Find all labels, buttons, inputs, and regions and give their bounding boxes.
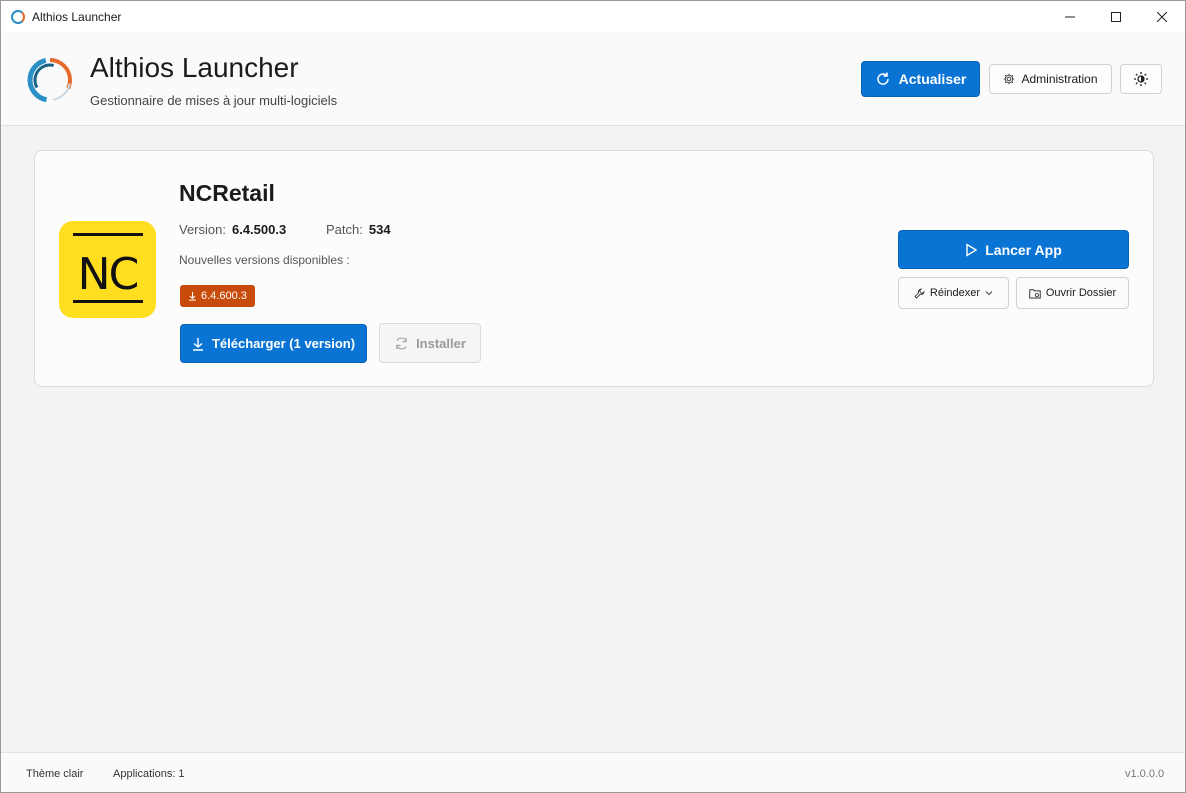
app-card: NC NCRetail Version: 6.4.500.3 Patch: 534 … (34, 150, 1154, 387)
install-button[interactable]: Installer (379, 323, 481, 363)
ncretail-logo: NC (59, 221, 156, 318)
version-label: Version: (179, 222, 226, 237)
available-versions-label: Nouvelles versions disponibles : (179, 253, 350, 267)
reindex-label: Réindexer (929, 287, 981, 299)
patch-value: 534 (368, 222, 391, 237)
app-subtitle: Gestionnaire de mises à jour multi-logic… (90, 93, 338, 108)
launch-app-label: Lancer App (985, 241, 1062, 258)
reindex-button[interactable]: Réindexer (898, 277, 1009, 309)
play-icon (966, 242, 978, 257)
patch-info: Patch: 534 (326, 222, 391, 237)
administration-button[interactable]: Administration (989, 64, 1112, 94)
app-version: v1.0.0.0 (1125, 768, 1165, 780)
version-value: 6.4.500.3 (231, 222, 287, 237)
window-title: Althios Launcher (32, 9, 122, 24)
logo-bottom-bar (73, 300, 143, 303)
refresh-label: Actualiser (898, 71, 967, 87)
applications-count: Applications: 1 (113, 768, 185, 780)
launch-app-button[interactable]: Lancer App (898, 230, 1129, 269)
patch-label: Patch: (326, 222, 363, 237)
open-folder-button[interactable]: Ouvrir Dossier (1016, 277, 1129, 309)
app-window: Althios Launcher Althios Launcher Gestio… (0, 0, 1186, 793)
wrench-icon (914, 288, 925, 299)
version-badge[interactable]: 6.4.600.3 (180, 285, 255, 307)
theme-toggle-button[interactable] (1120, 64, 1162, 94)
title-bar[interactable]: Althios Launcher (1, 1, 1185, 32)
sun-icon (1134, 72, 1148, 86)
refresh-icon (876, 72, 889, 85)
app-small-logo-icon (11, 9, 25, 24)
minimize-icon (1065, 16, 1075, 17)
theme-status: Thème clair (26, 768, 84, 780)
open-folder-label: Ouvrir Dossier (1045, 287, 1117, 299)
sync-icon (396, 336, 407, 350)
close-button[interactable] (1139, 1, 1185, 32)
version-badge-label: 6.4.600.3 (201, 290, 247, 302)
status-bar: Thème clair Applications: 1 v1.0.0.0 (1, 752, 1185, 792)
chevron-down-icon (985, 291, 993, 296)
maximize-button[interactable] (1093, 1, 1139, 32)
administration-label: Administration (1021, 72, 1098, 86)
logo-top-bar (73, 233, 143, 236)
download-icon (192, 337, 203, 351)
download-label: Télécharger (1 version) (211, 336, 356, 351)
download-button[interactable]: Télécharger (1 version) (180, 324, 367, 363)
maximize-icon (1111, 11, 1121, 22)
refresh-button[interactable]: Actualiser (861, 61, 980, 97)
app-title: Althios Launcher (90, 52, 299, 83)
althios-logo-icon (27, 57, 73, 103)
gear-icon (1004, 73, 1015, 85)
version-info: Version: 6.4.500.3 (179, 222, 286, 237)
window-controls (1047, 1, 1185, 32)
app-header: Althios Launcher Gestionnaire de mises à… (1, 32, 1185, 126)
install-label: Installer (416, 335, 466, 351)
app-name: NCRetail (179, 180, 275, 206)
folder-icon (1029, 288, 1041, 298)
download-icon (189, 291, 196, 301)
close-icon (1157, 11, 1167, 22)
minimize-button[interactable] (1047, 1, 1093, 32)
logo-text: NC (77, 249, 140, 300)
